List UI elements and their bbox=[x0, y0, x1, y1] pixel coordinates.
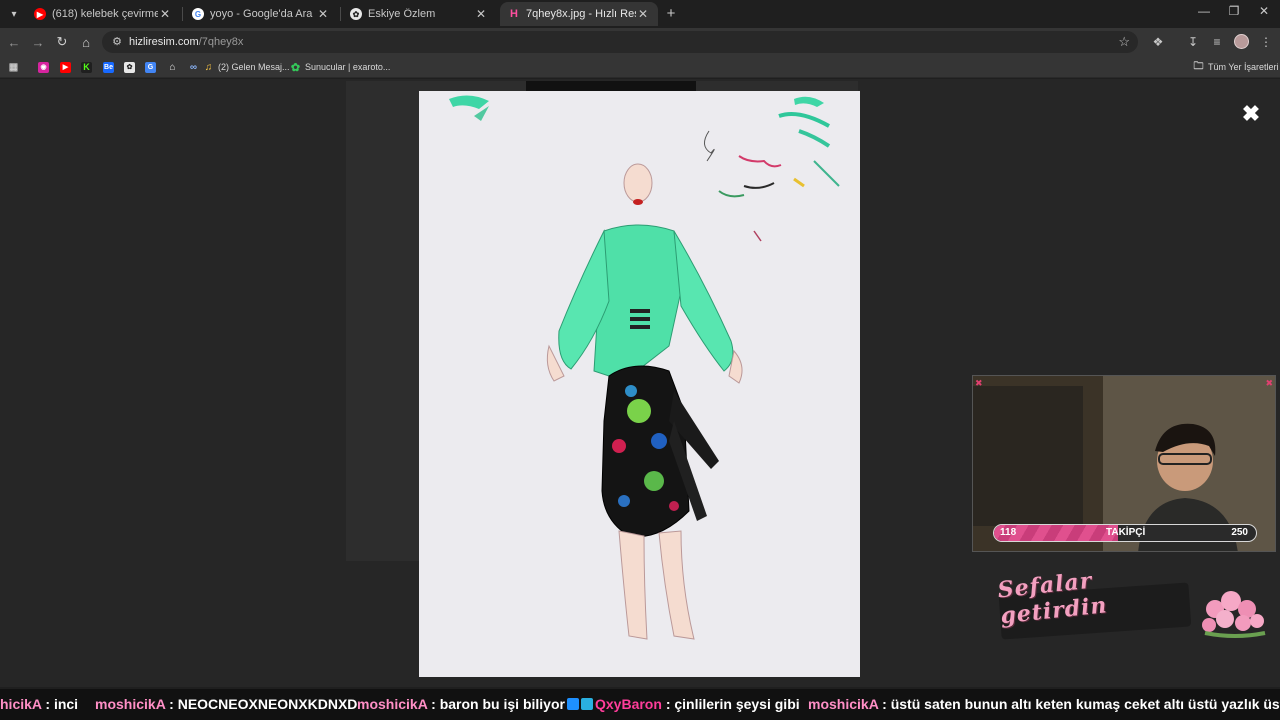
menu-icon[interactable]: ⋮ bbox=[1258, 34, 1274, 50]
site-info-icon[interactable]: ⚙ bbox=[110, 35, 124, 49]
chat-text: : üstü saten bunun altı keten kumaş ceke… bbox=[882, 696, 1280, 712]
webcam-overlay: ✖ ✖ 118 TAKİPÇİ 250 bbox=[972, 375, 1276, 552]
reload-button[interactable]: ↻ bbox=[54, 34, 70, 50]
new-tab-button[interactable]: + bbox=[662, 5, 680, 22]
tab-search-button[interactable]: ▾ bbox=[5, 5, 23, 23]
media-control-icon[interactable]: ≡ bbox=[1209, 34, 1225, 50]
chat-text: : çinlilerin şeysi gibi bbox=[665, 696, 800, 712]
fashion-sketch-image[interactable] bbox=[419, 91, 860, 677]
address-bar[interactable]: ⚙ hizliresim.com/7qhey8x ☆ bbox=[102, 31, 1138, 53]
home-button[interactable]: ⌂ bbox=[78, 34, 94, 50]
bookmark-chatgpt[interactable]: ✿ bbox=[124, 60, 139, 74]
restore-button[interactable]: ❐ bbox=[1224, 4, 1244, 18]
url-text: hizliresim.com/7qhey8x bbox=[129, 36, 243, 48]
bell-icon: ♫ bbox=[204, 61, 213, 73]
forward-button[interactable]: → bbox=[30, 34, 46, 50]
chatgpt-icon: ✿ bbox=[350, 8, 362, 20]
url-path: /7qhey8x bbox=[198, 36, 244, 48]
tab-title: Eskiye Özlem bbox=[368, 8, 436, 20]
tab-separator bbox=[340, 7, 341, 21]
fashion-sketch-drawing bbox=[449, 95, 840, 640]
folder-icon: 🗀 bbox=[1193, 60, 1204, 72]
back-button[interactable]: ← bbox=[6, 34, 22, 50]
tab-title: yoyo - Google'da Ara bbox=[210, 8, 313, 20]
follower-label: TAKİPÇİ bbox=[1106, 527, 1146, 538]
minimize-button[interactable]: — bbox=[1194, 4, 1214, 18]
tab-strip: ▾ ▶ (618) kelebek çevirme - YouTube ✕ G … bbox=[0, 0, 1280, 28]
bookmark-home[interactable]: ⌂ bbox=[167, 60, 182, 74]
chat-message: hicikA : inci bbox=[0, 696, 78, 712]
link-icon: ∞ bbox=[189, 61, 198, 73]
follower-goal: 250 bbox=[1231, 527, 1248, 538]
chat-ticker: hicikA : inci moshicikA : NEOCNEOXNEONXK… bbox=[0, 689, 1280, 720]
chat-badge-icon bbox=[581, 698, 593, 710]
google-icon: G bbox=[192, 8, 204, 20]
corner-decoration-icon: ✖ bbox=[975, 378, 983, 388]
server-icon: ✿ bbox=[290, 61, 301, 74]
extensions-icon[interactable]: ❖ bbox=[1150, 34, 1166, 50]
window-close-button[interactable]: ✕ bbox=[1254, 4, 1274, 18]
chat-message: moshicikA : üstü saten bunun altı keten … bbox=[808, 696, 1280, 712]
apps-grid-icon: ▦ bbox=[8, 61, 19, 73]
chat-badge-icon bbox=[567, 698, 579, 710]
instagram-icon: ◉ bbox=[38, 61, 49, 73]
bookmark-youtube[interactable]: ▶ bbox=[60, 60, 75, 74]
translate-icon: G bbox=[145, 61, 156, 73]
close-icon[interactable]: ✕ bbox=[316, 7, 330, 21]
kick-icon: K bbox=[81, 61, 92, 73]
close-viewer-button[interactable]: ✖ bbox=[1240, 101, 1262, 127]
bookmarks-bar: ▦ ◉ ▶ K Be ✿ G ⌂ ∞ ♫ (2) Gelen Mesaj... ✿… bbox=[0, 56, 1280, 78]
bookmark-link[interactable]: ∞ bbox=[188, 60, 203, 74]
close-icon[interactable]: ✕ bbox=[158, 7, 172, 21]
tab-title: 7qhey8x.jpg - Hızlı Resim bbox=[526, 8, 636, 20]
chat-text: : NEOCNEOXNEONXKDNXD bbox=[169, 696, 358, 712]
chat-text: : baron bu işi biliyor bbox=[431, 696, 565, 712]
bookmark-star-icon[interactable]: ☆ bbox=[1118, 34, 1130, 50]
chat-message: moshicikA : baron bu işi biliyor bbox=[357, 696, 565, 712]
chat-username: moshicikA bbox=[808, 696, 879, 712]
bookmark-translate[interactable]: G bbox=[145, 60, 160, 74]
bookmark-gelen-mesaj[interactable]: ♫ (2) Gelen Mesaj... bbox=[203, 60, 290, 74]
webcam-shelf bbox=[973, 386, 1083, 526]
tab-google[interactable]: G yoyo - Google'da Ara ✕ bbox=[184, 2, 338, 26]
page-content: ✖ ✖ ✖ 118 TAKİPÇİ 250 Sefalar getirdin bbox=[0, 79, 1280, 687]
tab-title: (618) kelebek çevirme - YouTube bbox=[52, 8, 158, 20]
chatgpt-icon: ✿ bbox=[124, 61, 135, 73]
close-icon[interactable]: ✕ bbox=[636, 7, 650, 21]
chat-username: QxyBaron bbox=[595, 696, 662, 712]
tab-eskiye-ozlem[interactable]: ✿ Eskiye Özlem ✕ bbox=[342, 2, 496, 26]
youtube-icon: ▶ bbox=[60, 61, 71, 73]
all-bookmarks-button[interactable]: 🗀 Tüm Yer İşaretleri bbox=[1193, 60, 1279, 74]
home-icon: ⌂ bbox=[169, 61, 176, 73]
url-host: hizliresim.com bbox=[129, 36, 199, 48]
close-icon[interactable]: ✕ bbox=[474, 7, 488, 21]
bookmark-behance[interactable]: Be bbox=[103, 60, 118, 74]
hizliresim-icon: H bbox=[510, 8, 518, 20]
tab-youtube[interactable]: ▶ (618) kelebek çevirme - YouTube ✕ bbox=[26, 2, 180, 26]
profile-avatar[interactable] bbox=[1234, 34, 1249, 49]
apps-button[interactable]: ▦ bbox=[8, 60, 23, 74]
download-icon[interactable]: ↧ bbox=[1185, 34, 1201, 50]
behance-icon: Be bbox=[103, 61, 114, 73]
bookmark-kick[interactable]: K bbox=[81, 60, 96, 74]
youtube-icon: ▶ bbox=[34, 8, 46, 20]
chat-username: moshicikA bbox=[95, 696, 166, 712]
chat-message: QxyBaron : çinlilerin şeysi gibi bbox=[567, 696, 800, 712]
follower-goal-bar: 118 TAKİPÇİ 250 bbox=[993, 524, 1257, 542]
bookmark-label: Sunucular | exaroto... bbox=[305, 62, 391, 72]
all-bookmarks-label: Tüm Yer İşaretleri bbox=[1208, 62, 1279, 72]
corner-decoration-icon: ✖ bbox=[1265, 378, 1273, 388]
follower-current: 118 bbox=[1000, 527, 1017, 538]
browser-toolbar: ← → ↻ ⌂ ⚙ hizliresim.com/7qhey8x ☆ ❖ ↧ ≡… bbox=[0, 28, 1280, 56]
flower-bouquet-icon bbox=[1202, 591, 1266, 638]
chat-text: : inci bbox=[45, 696, 79, 712]
chat-username: hicikA bbox=[0, 696, 42, 712]
tab-hizliresim[interactable]: H 7qhey8x.jpg - Hızlı Resim ✕ bbox=[500, 2, 658, 26]
chat-username: moshicikA bbox=[357, 696, 428, 712]
chat-message: moshicikA : NEOCNEOXNEONXKDNXD bbox=[95, 696, 357, 712]
bookmark-instagram[interactable]: ◉ bbox=[38, 60, 53, 74]
bookmark-label: (2) Gelen Mesaj... bbox=[218, 62, 290, 72]
tab-separator bbox=[182, 7, 183, 21]
bookmark-sunucular[interactable]: ✿ Sunucular | exaroto... bbox=[290, 60, 391, 74]
